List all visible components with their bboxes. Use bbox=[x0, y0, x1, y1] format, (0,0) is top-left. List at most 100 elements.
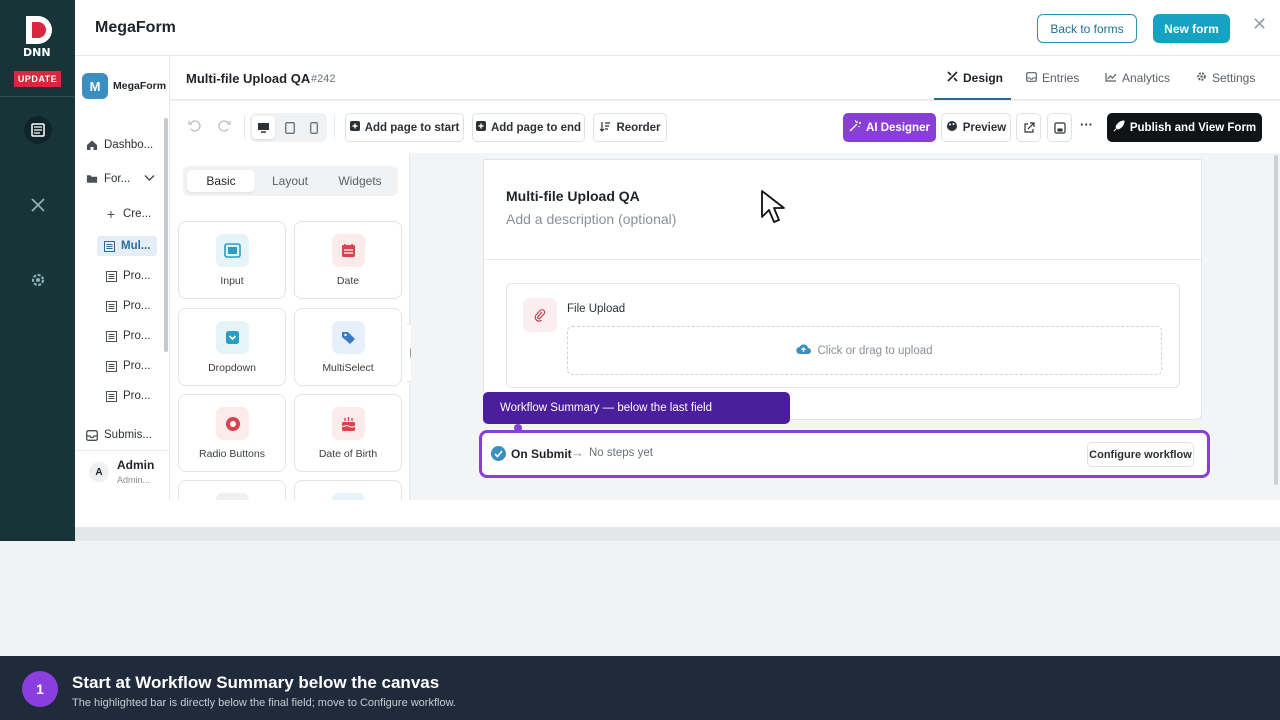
description-input[interactable]: Add a description (optional) bbox=[506, 211, 676, 227]
sidebar-item-form[interactable]: Pro... bbox=[105, 296, 150, 316]
field-card-dropdown[interactable]: Dropdown bbox=[178, 308, 286, 386]
canvas-scrollbar[interactable] bbox=[1274, 155, 1278, 485]
publish-button[interactable]: Publish and View Form bbox=[1107, 113, 1262, 142]
sidebar-item-label: Cre... bbox=[123, 208, 152, 220]
tab-analytics[interactable]: Analytics bbox=[1105, 71, 1170, 85]
field-palette: Basic Layout Widgets Input Date Dropdown… bbox=[170, 153, 410, 500]
ai-designer-button[interactable]: AI Designer bbox=[843, 113, 936, 142]
user-avatar[interactable]: A bbox=[89, 462, 109, 482]
entries-icon bbox=[1026, 71, 1037, 85]
field-card-date-of-birth[interactable]: Date of Birth bbox=[294, 394, 402, 472]
field-card-input[interactable]: Input bbox=[178, 221, 286, 299]
sidebar: M MegaForm Dashbo... For... + Cre... Mul… bbox=[75, 56, 170, 500]
dnn-logo[interactable]: DNN bbox=[22, 14, 54, 58]
configure-workflow-button[interactable]: Configure workflow bbox=[1087, 442, 1194, 467]
update-badge[interactable]: UPDATE bbox=[14, 71, 61, 87]
field-type-icon bbox=[332, 493, 365, 500]
tablet-icon[interactable] bbox=[278, 116, 301, 139]
tab-basic[interactable]: Basic bbox=[187, 170, 255, 192]
tutorial-heading: Start at Workflow Summary below the canv… bbox=[72, 673, 440, 692]
preview-button[interactable]: Preview bbox=[941, 113, 1011, 142]
tab-label: Settings bbox=[1212, 71, 1256, 85]
workflow-tooltip: Workflow Summary — below the last field bbox=[483, 392, 790, 424]
content-bottom-area bbox=[75, 500, 1280, 527]
add-page-to-start-button[interactable]: Add page to start bbox=[345, 113, 464, 142]
field-label: File Upload bbox=[567, 303, 626, 315]
mobile-icon[interactable] bbox=[302, 116, 325, 139]
undo-icon[interactable] bbox=[188, 119, 201, 137]
sidebar-item-form[interactable]: Pro... bbox=[105, 386, 150, 406]
reorder-button[interactable]: Reorder bbox=[593, 113, 667, 142]
sidebar-item-multi-file-upload[interactable]: Mul... bbox=[97, 236, 157, 256]
palette-icon bbox=[946, 120, 958, 135]
tab-settings[interactable]: Settings bbox=[1196, 71, 1255, 85]
save-icon[interactable] bbox=[1047, 113, 1072, 142]
step-number-badge: 1 bbox=[22, 671, 58, 707]
field-card-radio-buttons[interactable]: Radio Buttons bbox=[178, 394, 286, 472]
more-menu-icon[interactable]: ··· bbox=[1080, 117, 1093, 132]
form-id: #242 bbox=[311, 73, 336, 85]
add-page-icon bbox=[475, 121, 486, 134]
canvas-form-title[interactable]: Multi-file Upload QA bbox=[506, 188, 640, 204]
sidebar-item-create[interactable]: + Cre... bbox=[105, 204, 151, 224]
desktop-icon[interactable] bbox=[252, 116, 275, 139]
paperclip-icon bbox=[523, 298, 557, 332]
button-label: Add page to start bbox=[364, 121, 460, 134]
title-divider bbox=[484, 259, 1203, 260]
sidebar-item-submissions[interactable]: Submis... bbox=[86, 425, 152, 445]
horizontal-scrollbar[interactable] bbox=[75, 527, 1280, 541]
back-to-forms-button[interactable]: Back to forms bbox=[1037, 14, 1137, 43]
arrow-right-icon: → bbox=[571, 445, 584, 460]
open-external-icon[interactable] bbox=[1016, 113, 1041, 142]
toolbar-divider bbox=[334, 115, 335, 139]
tab-widgets[interactable]: Widgets bbox=[326, 170, 394, 192]
file-upload-field[interactable]: File Upload Click or drag to upload bbox=[506, 283, 1180, 388]
field-card-label: Date of Birth bbox=[318, 448, 378, 460]
home-icon bbox=[86, 139, 98, 151]
form-icon bbox=[105, 360, 117, 372]
editor-toolbar: Add page to start Add page to end Reorde… bbox=[170, 101, 1280, 153]
new-form-button[interactable]: New form bbox=[1153, 14, 1230, 43]
close-icon[interactable]: ✕ bbox=[1252, 14, 1267, 35]
tab-layout[interactable]: Layout bbox=[258, 170, 322, 192]
form-icon bbox=[103, 240, 115, 252]
field-card[interactable] bbox=[294, 480, 402, 500]
upload-dropzone[interactable]: Click or drag to upload bbox=[567, 326, 1162, 375]
add-page-to-end-button[interactable]: Add page to end bbox=[472, 113, 585, 142]
button-label: Preview bbox=[962, 121, 1007, 134]
app-rail: DNN UPDATE bbox=[0, 0, 75, 541]
chevron-down-icon[interactable] bbox=[144, 174, 155, 185]
calendar-icon bbox=[332, 234, 365, 267]
sidebar-item-forms[interactable]: For... bbox=[86, 169, 155, 189]
user-role: Admin... bbox=[117, 475, 151, 485]
content-icon[interactable] bbox=[24, 116, 52, 144]
tab-design[interactable]: Design bbox=[947, 71, 1003, 85]
field-card-date[interactable]: Date bbox=[294, 221, 402, 299]
redo-icon[interactable] bbox=[218, 119, 231, 137]
sidebar-item-label: Mul... bbox=[121, 240, 151, 252]
gear-icon bbox=[1196, 71, 1207, 85]
workflow-status: No steps yet bbox=[589, 447, 653, 459]
sidebar-item-label: Pro... bbox=[123, 330, 151, 342]
sidebar-item-dashboard[interactable]: Dashbo... bbox=[86, 135, 153, 155]
palette-tabs: Basic Layout Widgets bbox=[183, 166, 398, 196]
mouse-cursor-icon bbox=[761, 190, 785, 223]
gear-icon[interactable] bbox=[24, 266, 52, 294]
app-title: MegaForm bbox=[95, 19, 176, 36]
field-card[interactable] bbox=[178, 480, 286, 500]
workflow-summary-bar[interactable]: On Submit → No steps yet Configure workf… bbox=[479, 430, 1210, 478]
button-label: Add page to end bbox=[490, 121, 582, 134]
tab-entries[interactable]: Entries bbox=[1026, 71, 1079, 85]
sidebar-item-form[interactable]: Pro... bbox=[105, 356, 150, 376]
field-card-multiselect[interactable]: MultiSelect bbox=[294, 308, 402, 386]
plus-icon: + bbox=[106, 206, 116, 222]
sidebar-item-label: Pro... bbox=[123, 360, 151, 372]
sidebar-item-form[interactable]: Pro... bbox=[105, 326, 150, 346]
sidebar-item-label: Pro... bbox=[123, 270, 151, 282]
field-card-label: Input bbox=[220, 275, 244, 287]
sidebar-scrollbar[interactable] bbox=[164, 118, 168, 352]
tab-label: Design bbox=[963, 71, 1004, 85]
tools-icon[interactable] bbox=[24, 191, 52, 219]
sidebar-item-form[interactable]: Pro... bbox=[105, 266, 150, 286]
user-name: Admin bbox=[117, 458, 155, 472]
